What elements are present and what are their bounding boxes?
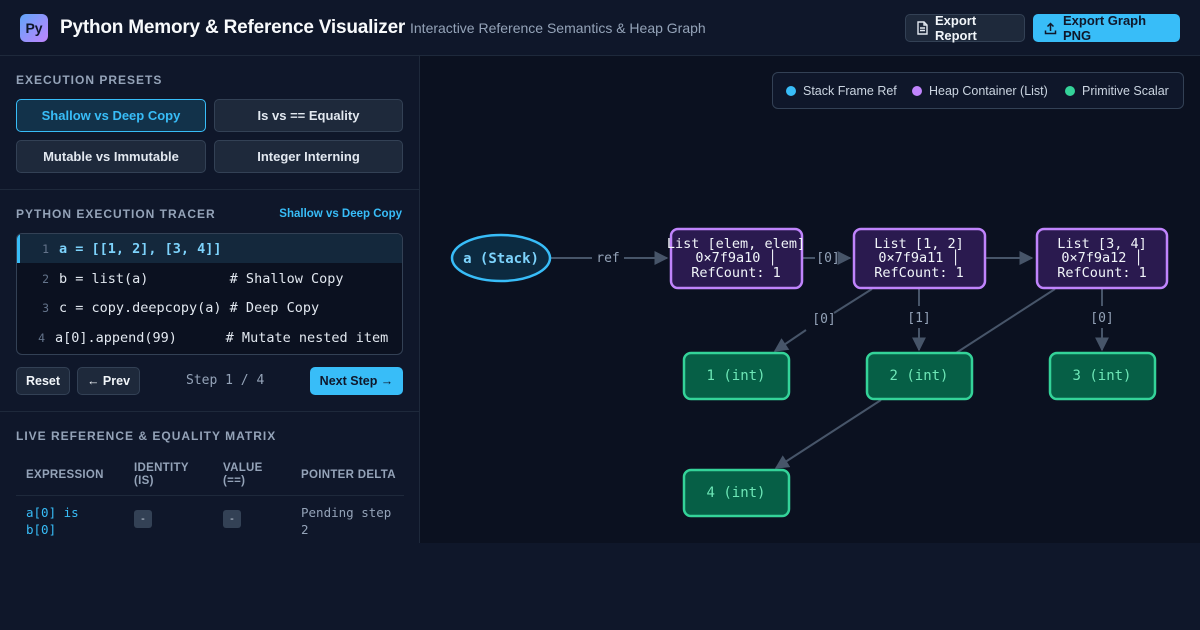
edge-label-first-2: [1]: [907, 311, 930, 326]
matrix-col-value: VALUE (==): [223, 462, 263, 487]
export-png-label: Export Graph PNG: [1063, 13, 1147, 43]
reference-graph: ref [0] [0] [1] [0] a (Stack) List [elem…: [450, 227, 1169, 518]
app-header: Py Python Memory & Reference Visualizer …: [0, 0, 1200, 56]
code-text: a = [[1, 2], [3, 4]]: [59, 240, 222, 257]
app-title: Python Memory & Reference Visualizer: [60, 17, 406, 38]
stack-node-label: a (Stack): [463, 251, 539, 267]
preset-integer-interning[interactable]: Integer Interning: [214, 140, 403, 173]
heap-graph-panel: Stack Frame Ref Heap Container (List) Pr…: [420, 56, 1200, 543]
code-line-3[interactable]: 3 c = copy.deepcopy(a) # Deep Copy: [17, 293, 402, 322]
step-counter: Step 1 / 4: [186, 373, 265, 388]
reset-button[interactable]: Reset: [16, 367, 70, 395]
list-first-address: 0×7f9a11 │: [878, 249, 959, 266]
matrix-header-rule: [16, 495, 404, 496]
upload-icon: [1044, 21, 1057, 34]
section-divider: [0, 411, 419, 412]
code-line-2[interactable]: 2 b = list(a) # Shallow Copy: [17, 264, 402, 293]
list-second-refcount: RefCount: 1: [1057, 265, 1146, 281]
code-text: a[0].append(99) # Mutate nested item: [55, 329, 389, 346]
list-first-refcount: RefCount: 1: [874, 265, 963, 281]
matrix-col-expression: EXPRESSION: [26, 469, 104, 481]
section-divider: [0, 189, 419, 190]
identity-result-badge: -: [134, 510, 152, 528]
matrix-label: LIVE REFERENCE & EQUALITY MATRIX: [16, 429, 277, 443]
line-number: 3: [42, 300, 49, 315]
list-outer-refcount: RefCount: 1: [691, 265, 780, 281]
line-number: 2: [42, 271, 49, 286]
code-text: c = copy.deepcopy(a) # Deep Copy: [59, 299, 320, 316]
pointer-delta-cell: Pending step 2: [301, 505, 392, 537]
int-node-4[interactable]: 4 (int): [682, 468, 791, 518]
document-icon: [917, 21, 928, 35]
code-tracer: 1 a = [[1, 2], [3, 4]] 2 b = list(a) # Sha…: [16, 233, 403, 355]
preset-shallow-deep-copy[interactable]: Shallow vs Deep Copy: [16, 99, 206, 132]
edge-first-to-1: [833, 288, 873, 314]
matrix-col-delta: POINTER DELTA: [301, 469, 396, 481]
export-report-button[interactable]: Export Report: [905, 13, 1025, 43]
int-2-label: 2 (int): [889, 368, 948, 384]
value-result-badge: -: [223, 510, 241, 528]
line-number: 1: [42, 241, 49, 256]
line-number: 4: [38, 330, 45, 345]
code-line-1[interactable]: 1 a = [[1, 2], [3, 4]]: [17, 234, 402, 263]
int-node-1[interactable]: 1 (int): [682, 351, 791, 401]
int-1-label: 1 (int): [706, 368, 765, 384]
edge-second-to-4: [774, 399, 882, 469]
export-png-button[interactable]: Export Graph PNG: [1033, 13, 1180, 43]
int-3-label: 3 (int): [1072, 368, 1131, 384]
prev-step-button[interactable]: ← Prev: [77, 367, 140, 395]
edge-first-to-1-arrow: [773, 329, 807, 352]
preset-mutable-immutable[interactable]: Mutable vs Immutable: [16, 140, 206, 173]
export-report-label: Export Report: [935, 13, 977, 43]
edge-second-to-2: [955, 288, 1056, 354]
matrix-col-identity: IDENTITY (IS): [134, 462, 189, 487]
list-outer-address: 0×7f9a10 │: [695, 249, 776, 266]
code-line-4[interactable]: 4 a[0].append(99) # Mutate nested item: [17, 323, 402, 352]
list-second-address: 0×7f9a12 │: [1061, 249, 1142, 266]
edge-label-ref: ref: [596, 251, 619, 266]
presets-label: EXECUTION PRESETS: [16, 73, 163, 87]
stack-node-a[interactable]: a (Stack): [450, 233, 552, 283]
matrix-expression-cell: a[0] is b[0]: [26, 505, 79, 537]
edge-label-second-3: [0]: [1090, 311, 1113, 326]
tracer-label: PYTHON EXECUTION TRACER: [16, 207, 216, 221]
app-subtitle: Interactive Reference Semantics & Heap G…: [410, 20, 706, 36]
heap-list-outer[interactable]: List [elem, elem] 0×7f9a10 │ RefCount: 1: [667, 227, 805, 290]
edge-label-first-1: [0]: [812, 312, 835, 327]
int-node-2[interactable]: 2 (int): [865, 351, 974, 401]
code-text: b = list(a) # Shallow Copy: [59, 270, 344, 287]
heap-list-second[interactable]: List [3, 4] 0×7f9a12 │ RefCount: 1: [1035, 227, 1169, 290]
int-4-label: 4 (int): [706, 485, 765, 501]
heap-list-first[interactable]: List [1, 2] 0×7f9a11 │ RefCount: 1: [852, 227, 987, 290]
edge-label-outer-first: [0]: [816, 251, 839, 266]
preset-is-vs-equality[interactable]: Is vs == Equality: [214, 99, 403, 132]
sidebar: EXECUTION PRESETS Shallow vs Deep Copy I…: [0, 56, 420, 543]
int-node-3[interactable]: 3 (int): [1048, 351, 1157, 401]
tracer-preset-tag: Shallow vs Deep Copy: [279, 208, 402, 220]
next-step-button[interactable]: Next Step →: [310, 367, 403, 395]
python-logo: Py: [20, 14, 48, 42]
